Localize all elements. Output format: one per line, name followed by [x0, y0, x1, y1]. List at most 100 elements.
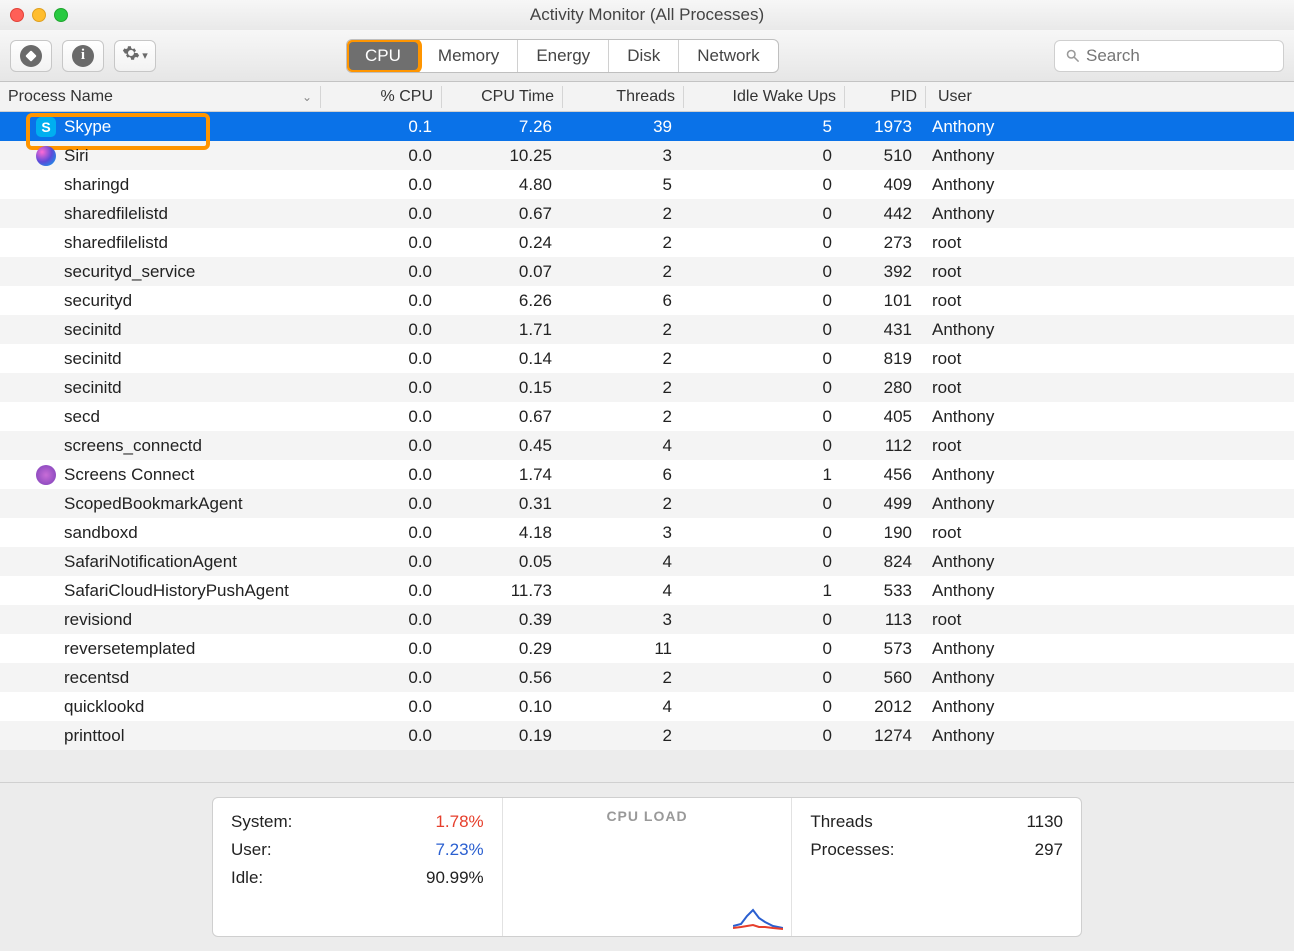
cpu-percent-cell: 0.0 — [320, 523, 440, 543]
cpu-time-cell: 0.67 — [440, 204, 560, 224]
user-value: 7.23% — [435, 840, 483, 860]
processes-label: Processes: — [810, 840, 894, 860]
process-name-cell: quicklookd — [0, 697, 320, 717]
header-cpu-time[interactable]: CPU Time — [442, 88, 562, 106]
table-row[interactable]: sharedfilelistd 0.0 0.67 2 0 442 Anthony — [0, 199, 1294, 228]
cpu-summary: System: 1.78% User: 7.23% Idle: 90.99% — [213, 798, 503, 936]
table-row[interactable]: screens_connectd 0.0 0.45 4 0 112 root — [0, 431, 1294, 460]
process-name: sharedfilelistd — [64, 204, 168, 224]
cpu-percent-cell: 0.0 — [320, 204, 440, 224]
table-row[interactable]: S Skype 0.1 7.26 39 5 1973 Anthony — [0, 112, 1294, 141]
process-name-cell: revisiond — [0, 610, 320, 630]
window-controls — [10, 8, 68, 22]
cpu-percent-cell: 0.0 — [320, 494, 440, 514]
cpu-time-cell: 0.15 — [440, 378, 560, 398]
table-row[interactable]: quicklookd 0.0 0.10 4 0 2012 Anthony — [0, 692, 1294, 721]
wake-ups-cell: 0 — [680, 697, 840, 717]
wake-ups-cell: 0 — [680, 407, 840, 427]
siri-icon — [36, 146, 56, 166]
user-cell: Anthony — [920, 117, 1294, 137]
minimize-window-button[interactable] — [32, 8, 46, 22]
pid-cell: 392 — [840, 262, 920, 282]
tab-cpu[interactable]: CPU — [347, 40, 420, 72]
table-row[interactable]: sharedfilelistd 0.0 0.24 2 0 273 root — [0, 228, 1294, 257]
tab-memory[interactable]: Memory — [420, 40, 518, 72]
pid-cell: 824 — [840, 552, 920, 572]
inspect-process-button[interactable]: i — [62, 40, 104, 72]
toolbar: i ▾ CPU Memory Energy Disk Network — [0, 30, 1294, 82]
cpu-percent-cell: 0.0 — [320, 378, 440, 398]
table-row[interactable]: revisiond 0.0 0.39 3 0 113 root — [0, 605, 1294, 634]
table-row[interactable]: secinitd 0.0 0.14 2 0 819 root — [0, 344, 1294, 373]
table-row[interactable]: ScopedBookmarkAgent 0.0 0.31 2 0 499 Ant… — [0, 489, 1294, 518]
cpu-time-cell: 6.26 — [440, 291, 560, 311]
tab-energy[interactable]: Energy — [518, 40, 609, 72]
pid-cell: 2012 — [840, 697, 920, 717]
table-row[interactable]: reversetemplated 0.0 0.29 11 0 573 Antho… — [0, 634, 1294, 663]
user-cell: Anthony — [920, 697, 1294, 717]
header-cpu-percent[interactable]: % CPU — [321, 88, 441, 106]
quit-process-button[interactable] — [10, 40, 52, 72]
process-name-cell: securityd — [0, 291, 320, 311]
threads-cell: 4 — [560, 552, 680, 572]
resource-tabs: CPU Memory Energy Disk Network — [346, 39, 779, 73]
info-icon: i — [72, 45, 94, 67]
table-row[interactable]: recentsd 0.0 0.56 2 0 560 Anthony — [0, 663, 1294, 692]
cpu-time-cell: 7.26 — [440, 117, 560, 137]
search-icon — [1065, 48, 1080, 63]
process-name: Skype — [64, 117, 111, 137]
cpu-percent-cell: 0.0 — [320, 146, 440, 166]
table-row[interactable]: SafariCloudHistoryPushAgent 0.0 11.73 4 … — [0, 576, 1294, 605]
table-row[interactable]: Screens Connect 0.0 1.74 6 1 456 Anthony — [0, 460, 1294, 489]
window-title: Activity Monitor (All Processes) — [0, 5, 1294, 25]
cpu-percent-cell: 0.0 — [320, 407, 440, 427]
table-row[interactable]: SafariNotificationAgent 0.0 0.05 4 0 824… — [0, 547, 1294, 576]
cpu-load-sparkline-icon — [733, 906, 783, 930]
cpu-time-cell: 11.73 — [440, 581, 560, 601]
cpu-time-cell: 0.05 — [440, 552, 560, 572]
cpu-percent-cell: 0.0 — [320, 697, 440, 717]
process-name-cell: S Skype — [0, 117, 320, 137]
table-row[interactable]: secd 0.0 0.67 2 0 405 Anthony — [0, 402, 1294, 431]
process-name: secd — [64, 407, 100, 427]
table-row[interactable]: Siri 0.0 10.25 3 0 510 Anthony — [0, 141, 1294, 170]
threads-cell: 2 — [560, 494, 680, 514]
process-name: revisiond — [64, 610, 132, 630]
table-row[interactable]: sandboxd 0.0 4.18 3 0 190 root — [0, 518, 1294, 547]
table-row[interactable]: secinitd 0.0 1.71 2 0 431 Anthony — [0, 315, 1294, 344]
user-cell: root — [920, 378, 1294, 398]
header-threads[interactable]: Threads — [563, 88, 683, 106]
pid-cell: 533 — [840, 581, 920, 601]
cpu-percent-cell: 0.0 — [320, 349, 440, 369]
header-process-name[interactable]: Process Name ⌄ — [0, 88, 320, 106]
stop-icon — [20, 45, 42, 67]
search-field[interactable] — [1054, 40, 1284, 72]
header-idle-wake-ups[interactable]: Idle Wake Ups — [684, 88, 844, 106]
pid-cell: 560 — [840, 668, 920, 688]
header-user[interactable]: User — [926, 88, 1294, 106]
table-row[interactable]: securityd_service 0.0 0.07 2 0 392 root — [0, 257, 1294, 286]
fullscreen-window-button[interactable] — [54, 8, 68, 22]
header-pid[interactable]: PID — [845, 88, 925, 106]
threads-cell: 2 — [560, 378, 680, 398]
tab-disk[interactable]: Disk — [609, 40, 679, 72]
options-menu-button[interactable]: ▾ — [114, 40, 156, 72]
threads-cell: 6 — [560, 291, 680, 311]
table-row[interactable]: securityd 0.0 6.26 6 0 101 root — [0, 286, 1294, 315]
cpu-time-cell: 0.24 — [440, 233, 560, 253]
table-row[interactable]: printtool 0.0 0.19 2 0 1274 Anthony — [0, 721, 1294, 750]
wake-ups-cell: 0 — [680, 668, 840, 688]
search-input[interactable] — [1086, 46, 1273, 66]
pid-cell: 431 — [840, 320, 920, 340]
table-row[interactable]: secinitd 0.0 0.15 2 0 280 root — [0, 373, 1294, 402]
tab-network[interactable]: Network — [679, 40, 777, 72]
close-window-button[interactable] — [10, 8, 24, 22]
process-name-cell: ScopedBookmarkAgent — [0, 494, 320, 514]
wake-ups-cell: 0 — [680, 349, 840, 369]
user-cell: Anthony — [920, 726, 1294, 746]
table-row[interactable]: sharingd 0.0 4.80 5 0 409 Anthony — [0, 170, 1294, 199]
process-name: reversetemplated — [64, 639, 195, 659]
cpu-percent-cell: 0.1 — [320, 117, 440, 137]
wake-ups-cell: 1 — [680, 465, 840, 485]
pid-cell: 510 — [840, 146, 920, 166]
